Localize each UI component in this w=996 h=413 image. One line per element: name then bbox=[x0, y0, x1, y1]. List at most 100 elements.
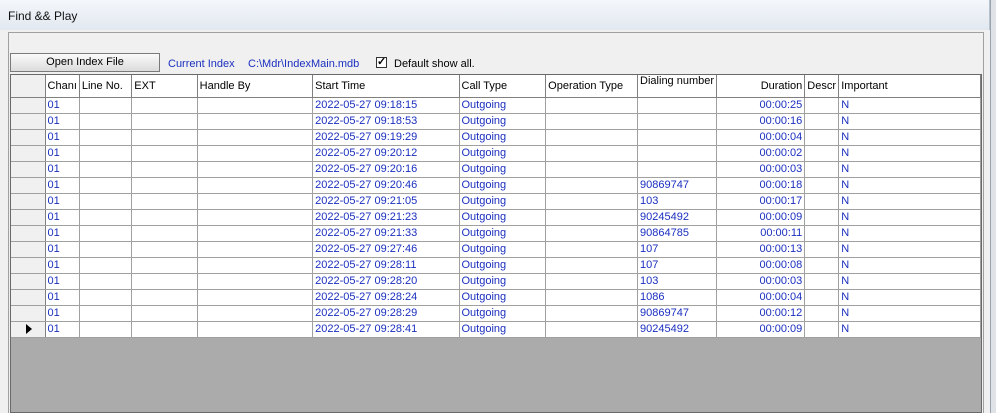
cell-ext[interactable] bbox=[131, 113, 198, 130]
row-selector[interactable] bbox=[11, 225, 46, 242]
cell-handle-by[interactable] bbox=[197, 241, 314, 258]
cell-important[interactable]: N bbox=[838, 273, 981, 290]
cell-dialing-number[interactable]: 90864785 bbox=[637, 225, 718, 242]
cell-call-type[interactable]: Outgoing bbox=[459, 113, 547, 130]
cell-dialing-number[interactable] bbox=[637, 97, 718, 114]
cell-important[interactable]: N bbox=[838, 289, 981, 306]
cell-channel[interactable]: 01 bbox=[45, 193, 80, 210]
cell-channel[interactable]: 01 bbox=[45, 177, 80, 194]
cell-operation-type[interactable] bbox=[545, 225, 639, 242]
cell-call-type[interactable]: Outgoing bbox=[459, 257, 547, 274]
cell-dialing-number[interactable]: 103 bbox=[637, 273, 718, 290]
cell-call-type[interactable]: Outgoing bbox=[459, 241, 547, 258]
default-show-all-checkbox[interactable]: ✓ bbox=[376, 57, 387, 68]
cell-dialing-number[interactable] bbox=[637, 129, 718, 146]
table-row[interactable]: 01 2022-05-27 09:21:05 Outgoing 103 00:00:17… bbox=[11, 193, 981, 210]
cell-duration[interactable]: 00:00:18 bbox=[716, 177, 806, 194]
cell-duration[interactable]: 00:00:17 bbox=[716, 193, 806, 210]
col-header-channel[interactable]: Chanı bbox=[45, 75, 80, 98]
cell-call-type[interactable]: Outgoing bbox=[459, 177, 547, 194]
cell-line-no[interactable] bbox=[79, 193, 133, 210]
cell-handle-by[interactable] bbox=[197, 193, 314, 210]
cell-operation-type[interactable] bbox=[545, 305, 639, 322]
cell-operation-type[interactable] bbox=[545, 113, 639, 130]
cell-operation-type[interactable] bbox=[545, 321, 639, 338]
cell-ext[interactable] bbox=[131, 161, 198, 178]
cell-dialing-number[interactable] bbox=[637, 113, 718, 130]
cell-handle-by[interactable] bbox=[197, 145, 314, 162]
cell-call-type[interactable]: Outgoing bbox=[459, 289, 547, 306]
cell-duration[interactable]: 00:00:09 bbox=[716, 209, 806, 226]
row-selector[interactable] bbox=[11, 193, 46, 210]
table-row[interactable]: 01 2022-05-27 09:27:46 Outgoing 107 00:00:13… bbox=[11, 241, 981, 258]
cell-descr[interactable] bbox=[804, 129, 840, 146]
cell-dialing-number[interactable]: 90869747 bbox=[637, 177, 718, 194]
cell-channel[interactable]: 01 bbox=[45, 225, 80, 242]
cell-call-type[interactable]: Outgoing bbox=[459, 97, 547, 114]
cell-ext[interactable] bbox=[131, 321, 198, 338]
cell-start-time[interactable]: 2022-05-27 09:21:33 bbox=[312, 225, 460, 242]
cell-operation-type[interactable] bbox=[545, 161, 639, 178]
table-row[interactable]: 01 2022-05-27 09:28:24 Outgoing 1086 00:00:0… bbox=[11, 289, 981, 306]
cell-important[interactable]: N bbox=[838, 305, 981, 322]
cell-dialing-number[interactable]: 1086 bbox=[637, 289, 718, 306]
table-row[interactable]: 01 2022-05-27 09:18:53 Outgoing 00:00:16 N bbox=[11, 113, 981, 130]
col-header-operation-type[interactable]: Operation Type bbox=[545, 75, 639, 98]
table-row[interactable]: 01 2022-05-27 09:20:46 Outgoing 90869747 00:… bbox=[11, 177, 981, 194]
cell-channel[interactable]: 01 bbox=[45, 161, 80, 178]
cell-duration[interactable]: 00:00:25 bbox=[716, 97, 806, 114]
cell-channel[interactable]: 01 bbox=[45, 289, 80, 306]
cell-operation-type[interactable] bbox=[545, 145, 639, 162]
table-row[interactable]: 01 2022-05-27 09:28:41 Outgoing 90245492 00:… bbox=[11, 321, 981, 338]
row-selector[interactable] bbox=[11, 289, 46, 306]
cell-ext[interactable] bbox=[131, 177, 198, 194]
cell-line-no[interactable] bbox=[79, 241, 133, 258]
cell-ext[interactable] bbox=[131, 257, 198, 274]
row-selector[interactable] bbox=[11, 241, 46, 258]
cell-operation-type[interactable] bbox=[545, 193, 639, 210]
cell-channel[interactable]: 01 bbox=[45, 257, 80, 274]
col-header-descr[interactable]: Descr bbox=[804, 75, 840, 98]
table-row[interactable]: 01 2022-05-27 09:20:12 Outgoing 00:00:02 N bbox=[11, 145, 981, 162]
cell-descr[interactable] bbox=[804, 113, 840, 130]
cell-channel[interactable]: 01 bbox=[45, 129, 80, 146]
cell-start-time[interactable]: 2022-05-27 09:27:46 bbox=[312, 241, 460, 258]
cell-handle-by[interactable] bbox=[197, 273, 314, 290]
cell-handle-by[interactable] bbox=[197, 305, 314, 322]
cell-line-no[interactable] bbox=[79, 129, 133, 146]
row-selector[interactable] bbox=[11, 97, 46, 114]
cell-important[interactable]: N bbox=[838, 145, 981, 162]
cell-handle-by[interactable] bbox=[197, 161, 314, 178]
cell-ext[interactable] bbox=[131, 193, 198, 210]
cell-handle-by[interactable] bbox=[197, 257, 314, 274]
cell-descr[interactable] bbox=[804, 225, 840, 242]
cell-descr[interactable] bbox=[804, 209, 840, 226]
cell-handle-by[interactable] bbox=[197, 113, 314, 130]
cell-start-time[interactable]: 2022-05-27 09:20:46 bbox=[312, 177, 460, 194]
col-header-handle-by[interactable]: Handle By bbox=[197, 75, 314, 98]
row-selector[interactable] bbox=[11, 273, 46, 290]
cell-descr[interactable] bbox=[804, 257, 840, 274]
cell-line-no[interactable] bbox=[79, 225, 133, 242]
cell-handle-by[interactable] bbox=[197, 209, 314, 226]
cell-duration[interactable]: 00:00:04 bbox=[716, 289, 806, 306]
cell-start-time[interactable]: 2022-05-27 09:21:05 bbox=[312, 193, 460, 210]
cell-operation-type[interactable] bbox=[545, 257, 639, 274]
cell-call-type[interactable]: Outgoing bbox=[459, 145, 547, 162]
cell-handle-by[interactable] bbox=[197, 289, 314, 306]
cell-channel[interactable]: 01 bbox=[45, 321, 80, 338]
cell-important[interactable]: N bbox=[838, 241, 981, 258]
row-selector[interactable] bbox=[11, 113, 46, 130]
open-index-file-button[interactable]: Open Index File bbox=[10, 53, 160, 72]
cell-start-time[interactable]: 2022-05-27 09:28:29 bbox=[312, 305, 460, 322]
cell-duration[interactable]: 00:00:09 bbox=[716, 321, 806, 338]
cell-channel[interactable]: 01 bbox=[45, 241, 80, 258]
cell-operation-type[interactable] bbox=[545, 273, 639, 290]
cell-dialing-number[interactable]: 90869747 bbox=[637, 305, 718, 322]
cell-start-time[interactable]: 2022-05-27 09:20:16 bbox=[312, 161, 460, 178]
table-row[interactable]: 01 2022-05-27 09:21:33 Outgoing 90864785 00:… bbox=[11, 225, 981, 242]
cell-descr[interactable] bbox=[804, 177, 840, 194]
cell-duration[interactable]: 00:00:08 bbox=[716, 257, 806, 274]
cell-call-type[interactable]: Outgoing bbox=[459, 209, 547, 226]
cell-duration[interactable]: 00:00:03 bbox=[716, 273, 806, 290]
